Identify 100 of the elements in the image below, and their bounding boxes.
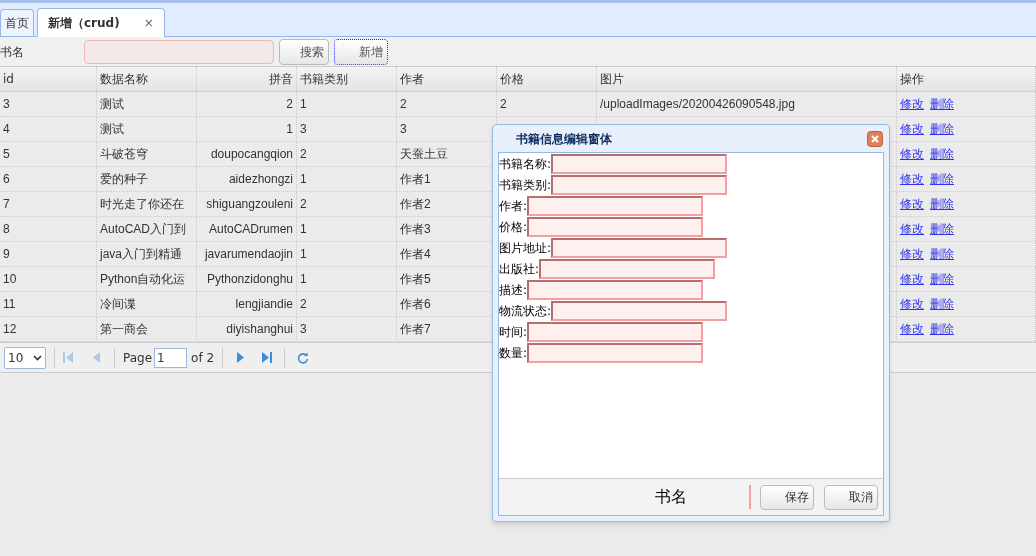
input-field[interactable] xyxy=(527,343,704,363)
table-cell-text: AutoCADrumen xyxy=(208,221,293,238)
toolbar-button[interactable]: 新增 xyxy=(334,38,388,65)
column-header[interactable]: id xyxy=(3,70,14,88)
table-cell-text: 作者1 xyxy=(400,171,431,188)
field-label: 物流状态: xyxy=(499,303,552,320)
last-page-icon[interactable] xyxy=(262,352,273,363)
action-link[interactable]: 修改 xyxy=(900,145,924,163)
input-field[interactable] xyxy=(527,196,704,216)
table-cell-text: java入门到精通 xyxy=(100,246,182,263)
column-header[interactable]: 作者 xyxy=(400,70,424,88)
table-cell-text: 2 xyxy=(286,96,293,113)
table-cell-text: 作者2 xyxy=(400,196,431,213)
field-label: 时间: xyxy=(499,324,528,341)
table-cell-text: javarumendaojin xyxy=(204,246,293,263)
field-label: 描述: xyxy=(499,282,528,299)
action-link[interactable]: 删除 xyxy=(930,145,954,163)
table-cell-text: shiguangzouleni xyxy=(206,196,293,213)
close-icon[interactable]: × xyxy=(143,14,154,32)
column-header[interactable]: 操作 xyxy=(900,70,924,88)
input-field[interactable] xyxy=(527,280,704,300)
toolbar-button[interactable]: 搜索 xyxy=(279,38,329,65)
input-field[interactable] xyxy=(551,238,728,258)
table-cell-text: 作者3 xyxy=(400,221,431,238)
field-label: 书籍类别: xyxy=(499,177,552,194)
table-cell-text: 测试 xyxy=(100,96,124,113)
field-label: 出版社: xyxy=(499,261,540,278)
input-field[interactable] xyxy=(527,217,704,237)
next-page-icon[interactable] xyxy=(237,352,245,363)
column-header[interactable]: 拼音 xyxy=(269,70,293,88)
table-cell-text: 12 xyxy=(3,321,17,338)
action-link[interactable]: 修改 xyxy=(900,320,924,338)
input-field[interactable] xyxy=(527,322,704,342)
table-cell-text: 斗破苍穹 xyxy=(100,146,148,163)
action-link[interactable]: 修改 xyxy=(900,170,924,188)
table-cell-text: 作者6 xyxy=(400,296,431,313)
field-label: 价格: xyxy=(499,219,528,236)
input-field[interactable] xyxy=(539,259,716,279)
table-cell-text: 第一商会 xyxy=(100,321,148,338)
tab[interactable]: 首页 xyxy=(0,9,34,36)
action-link[interactable]: 删除 xyxy=(930,120,954,138)
action-link[interactable]: 删除 xyxy=(930,270,954,288)
table-cell-text: 时光走了你还在 xyxy=(100,196,184,213)
action-link[interactable]: 删除 xyxy=(930,220,954,238)
table-cell-text: 冷间谍 xyxy=(100,296,136,313)
action-link[interactable]: 删除 xyxy=(930,320,954,338)
table-cell-text: 1 xyxy=(300,271,307,288)
tab[interactable]: 新增（crud) × xyxy=(37,8,165,37)
table-cell-text: 爱的种子 xyxy=(100,171,148,188)
table-cell-text: 1 xyxy=(300,246,307,263)
table-cell-text: 5 xyxy=(3,146,10,163)
column-header[interactable]: 价格 xyxy=(500,70,524,88)
page-label: Page xyxy=(123,349,153,367)
action-link[interactable]: 修改 xyxy=(900,245,924,263)
table-cell-text: Python自动化运 xyxy=(100,271,186,288)
table-cell-text: /uploadImages/20200426090548.jpg xyxy=(600,96,795,113)
table-cell-text: 作者4 xyxy=(400,246,431,263)
input-field[interactable] xyxy=(551,301,728,321)
action-link[interactable]: 删除 xyxy=(930,95,954,113)
dialog-button[interactable]: 取消 xyxy=(824,484,878,510)
action-link[interactable]: 修改 xyxy=(900,120,924,138)
field-label: 书籍名称: xyxy=(499,156,552,173)
action-link[interactable]: 删除 xyxy=(930,170,954,188)
action-link[interactable]: 删除 xyxy=(930,195,954,213)
table-cell-text: diyishanghui xyxy=(226,321,293,338)
action-link[interactable]: 修改 xyxy=(900,95,924,113)
table-cell-text: 测试 xyxy=(100,121,124,138)
page-number-field[interactable]: 1 xyxy=(154,347,188,368)
action-link[interactable]: 修改 xyxy=(900,270,924,288)
table-cell-text: 2 xyxy=(400,96,407,113)
table-cell-text: 8 xyxy=(3,221,10,238)
action-link[interactable]: 修改 xyxy=(900,195,924,213)
table-cell-text: 2 xyxy=(300,146,307,163)
dialog-button[interactable]: 保存 xyxy=(760,484,814,510)
table-cell-text: 4 xyxy=(3,121,10,138)
column-header[interactable]: 数据名称 xyxy=(100,70,148,88)
table-cell-text: lengjiandie xyxy=(235,296,293,313)
search-field[interactable] xyxy=(84,39,274,64)
input-field[interactable] xyxy=(551,175,728,195)
page-size-select[interactable]: 10 xyxy=(4,346,46,369)
table-cell-text: 1 xyxy=(300,96,307,113)
input-field[interactable] xyxy=(551,154,728,174)
table-cell-text: AutoCAD入门到 xyxy=(100,221,187,238)
action-link[interactable]: 修改 xyxy=(900,295,924,313)
close-icon[interactable] xyxy=(867,130,883,147)
table-cell-text: 天蚕土豆 xyxy=(400,146,448,163)
table-cell-text: 9 xyxy=(3,246,10,263)
dialog-title: 书籍信息编辑窗体 xyxy=(516,130,612,148)
action-link[interactable]: 修改 xyxy=(900,220,924,238)
action-link[interactable]: 删除 xyxy=(930,245,954,263)
action-link[interactable]: 删除 xyxy=(930,295,954,313)
column-header[interactable]: 图片 xyxy=(600,70,624,88)
search-label: 书名 xyxy=(0,43,25,61)
table-cell-text: 7 xyxy=(3,196,10,213)
column-header[interactable]: 书籍类别 xyxy=(300,70,348,88)
table-cell-text: 2 xyxy=(500,96,507,113)
caret-icon xyxy=(33,354,42,361)
table-cell-text: 2 xyxy=(300,296,307,313)
refresh-icon[interactable] xyxy=(297,351,310,364)
table-cell-text: 2 xyxy=(300,196,307,213)
